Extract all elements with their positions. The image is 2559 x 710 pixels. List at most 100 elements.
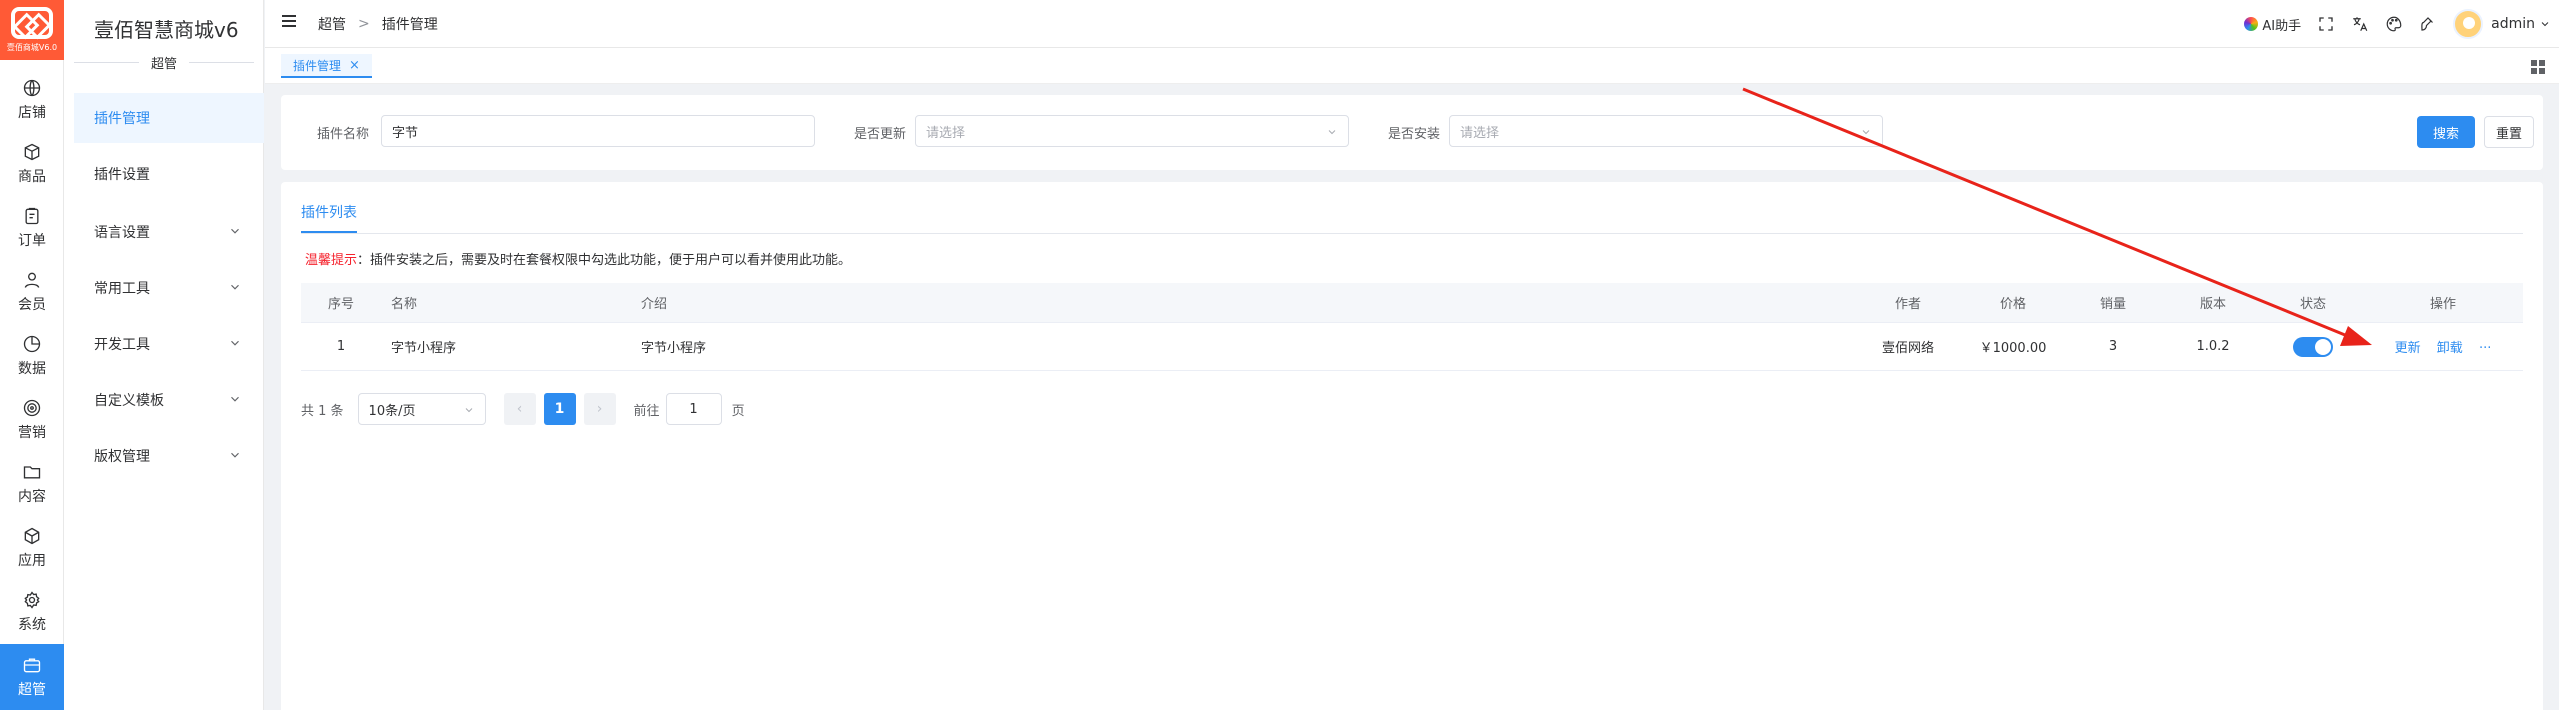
target-icon xyxy=(23,399,41,417)
rail-item-data[interactable]: 数据 xyxy=(0,324,64,388)
update-link[interactable]: 更新 xyxy=(2395,341,2421,356)
menu-item-plugin-settings[interactable]: 插件设置 xyxy=(74,149,264,199)
column-header-intro: 介绍 xyxy=(641,297,668,312)
plugin-table: 序号 名称 介绍 作者 价格 销量 版本 状态 操作 1 字节小程序 字节小程序… xyxy=(301,283,2523,371)
clipboard-icon xyxy=(25,207,39,225)
plugin-list-panel: 插件列表 温馨提示：插件安装之后，需要及时在套餐权限中勾选此功能，便于用户可以看… xyxy=(281,182,2543,710)
logo-text: 壹佰商城V6.0 xyxy=(6,43,58,52)
avatar[interactable] xyxy=(2453,9,2484,39)
chevron-down-icon[interactable] xyxy=(2539,18,2551,30)
rail-item-goods[interactable]: 商品 xyxy=(0,132,64,196)
breadcrumb-item[interactable]: 超管 xyxy=(318,14,346,34)
tip-message: 温馨提示：插件安装之后，需要及时在套餐权限中勾选此功能，便于用户可以看并使用此功… xyxy=(305,249,851,268)
brand-logo[interactable]: 壹佰商城V6.0 xyxy=(0,0,64,60)
rail-item-orders[interactable]: 订单 xyxy=(0,196,64,260)
page-size-select[interactable]: 10条/页 xyxy=(357,393,486,425)
rail-item-marketing[interactable]: 营销 xyxy=(0,388,64,452)
grid-icon[interactable] xyxy=(2531,60,2545,74)
page-size-value: 10条/页 xyxy=(368,403,416,419)
app-title: 壹佰智慧商城v6 xyxy=(94,18,239,42)
tip-label: 温馨提示 xyxy=(305,253,358,268)
is-installed-select[interactable]: 请选择 xyxy=(1449,115,1883,147)
pagination: 共 1 条 10条/页 ‹ 1 › 前往 1 页 xyxy=(301,393,745,425)
rail-label: 订单 xyxy=(18,233,46,249)
menu-item-custom-template[interactable]: 自定义模板 xyxy=(74,375,264,425)
cell-ops: 更新 卸载 ··· xyxy=(2363,337,2523,356)
rail-label: 商品 xyxy=(18,169,46,185)
breadcrumb-separator: > xyxy=(358,16,370,32)
reset-button[interactable]: 重置 xyxy=(2484,116,2534,148)
rail-item-store[interactable]: 店铺 xyxy=(0,68,64,132)
rail-item-content[interactable]: 内容 xyxy=(0,452,64,516)
rail-item-apps[interactable]: 应用 xyxy=(0,516,64,580)
fullscreen-icon[interactable] xyxy=(2317,15,2335,33)
menu-item-label: 语言设置 xyxy=(94,225,150,241)
breadcrumb-item-current: 插件管理 xyxy=(381,17,438,33)
ai-icon xyxy=(2244,17,2259,31)
select-placeholder: 请选择 xyxy=(926,125,966,141)
cell-no: 1 xyxy=(336,339,346,354)
rail-item-system[interactable]: 系统 xyxy=(0,580,64,644)
translate-icon[interactable] xyxy=(2351,15,2369,33)
prev-page-button[interactable]: ‹ xyxy=(503,393,536,425)
menu-item-copyright[interactable]: 版权管理 xyxy=(74,431,264,481)
rail-label: 营销 xyxy=(18,425,46,441)
page-button-current[interactable]: 1 xyxy=(543,393,576,425)
more-link[interactable]: ··· xyxy=(2479,341,2491,356)
menu-item-label: 插件管理 xyxy=(94,111,150,127)
globe-icon xyxy=(23,79,41,97)
cell-status xyxy=(2263,336,2363,357)
column-header-version: 版本 xyxy=(2199,297,2226,312)
column-header-price: 价格 xyxy=(1999,297,2026,312)
menu-toggle-icon[interactable] xyxy=(282,15,296,31)
status-toggle[interactable] xyxy=(2293,336,2333,357)
menu-item-label: 版权管理 xyxy=(94,449,150,465)
uninstall-link[interactable]: 卸载 xyxy=(2437,341,2463,356)
username[interactable]: admin xyxy=(2491,16,2535,32)
palette-icon[interactable] xyxy=(2385,15,2403,33)
plugin-name-label: 插件名称 xyxy=(317,127,370,142)
chevron-down-icon xyxy=(465,408,472,413)
rail-item-members[interactable]: 会员 xyxy=(0,260,64,324)
is-update-select[interactable]: 请选择 xyxy=(915,115,1349,147)
rail-label: 应用 xyxy=(18,553,46,569)
chevron-down-icon xyxy=(231,340,239,346)
column-header-name: 名称 xyxy=(391,297,418,312)
cube-icon xyxy=(24,527,40,545)
search-button[interactable]: 搜索 xyxy=(2417,116,2475,148)
menu-item-label: 常用工具 xyxy=(94,281,150,297)
menu-item-label: 开发工具 xyxy=(94,337,150,353)
chevron-down-icon xyxy=(1328,130,1336,135)
divider xyxy=(189,61,255,63)
cell-version: 1.0.2 xyxy=(2196,339,2230,354)
cell-author: 壹佰网络 xyxy=(1881,341,1934,356)
filter-panel: 插件名称 字节 是否更新 请选择 是否安装 请选择 搜索 重置 xyxy=(281,95,2543,170)
menu-item-plugin-manage[interactable]: 插件管理 xyxy=(74,93,264,143)
chevron-down-icon xyxy=(1862,130,1870,135)
rail-label: 内容 xyxy=(18,489,46,505)
ai-assistant-button[interactable]: AI助手 xyxy=(2244,15,2301,34)
theme-icon[interactable] xyxy=(2419,15,2437,33)
rail-item-superadmin[interactable]: 超管 xyxy=(0,644,64,710)
menu-item-dev-tools[interactable]: 开发工具 xyxy=(74,319,264,369)
column-header-ops: 操作 xyxy=(2429,297,2456,312)
list-tabs: 插件列表 xyxy=(301,182,2523,234)
column-header-status: 状态 xyxy=(2299,297,2326,312)
gear-icon xyxy=(24,591,40,609)
close-icon[interactable]: × xyxy=(349,58,360,73)
tab-plugin-manage[interactable]: 插件管理 × xyxy=(281,54,372,78)
chevron-down-icon xyxy=(231,396,239,402)
tab-plugin-list[interactable]: 插件列表 xyxy=(301,202,357,233)
page-tabs-bar: 插件管理 × xyxy=(265,48,2559,84)
next-page-button[interactable]: › xyxy=(583,393,616,425)
cell-price: ￥1000.00 xyxy=(1979,341,2047,356)
breadcrumb: 超管 > 插件管理 xyxy=(318,14,438,34)
sub-menu: 壹佰智慧商城v6 超管 插件管理 插件设置 语言设置 常用工具 开发工具 自定义… xyxy=(64,0,264,710)
divider xyxy=(74,61,139,63)
menu-item-language[interactable]: 语言设置 xyxy=(74,207,264,257)
plugin-name-input[interactable]: 字节 xyxy=(381,115,815,147)
is-update-label: 是否更新 xyxy=(854,127,907,142)
select-placeholder: 请选择 xyxy=(1460,125,1500,141)
page-jump-input[interactable]: 1 xyxy=(665,393,722,425)
menu-item-common-tools[interactable]: 常用工具 xyxy=(74,263,264,313)
